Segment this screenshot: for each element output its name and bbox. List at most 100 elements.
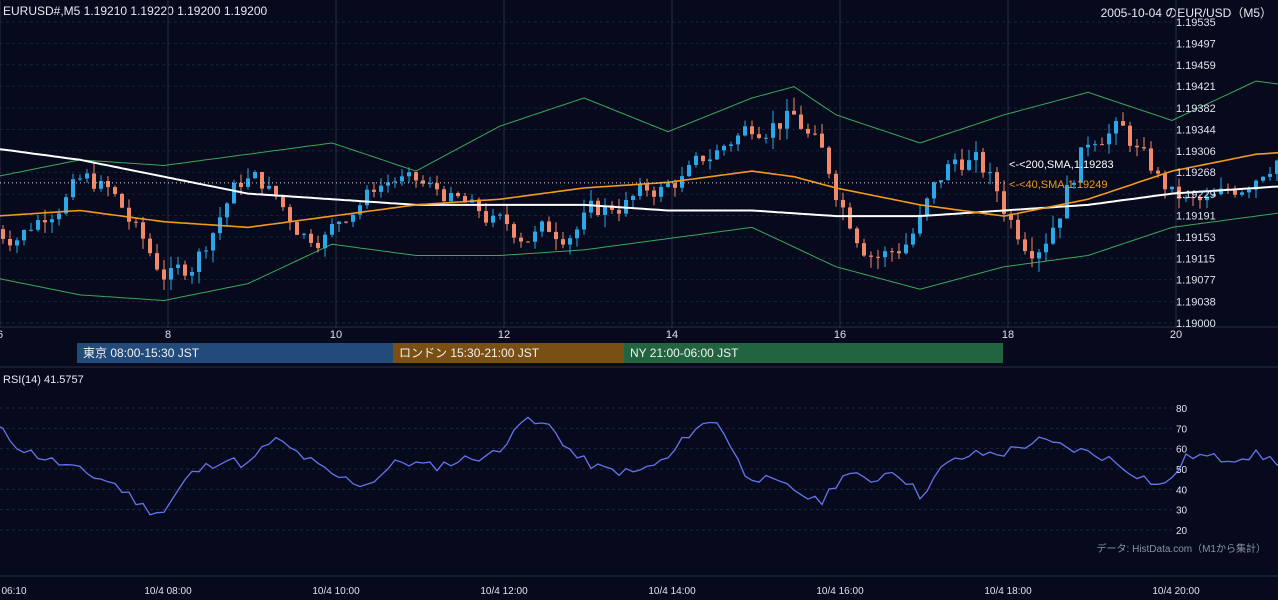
candle-body [799,114,803,129]
candle-body [1058,218,1062,228]
candle-body [57,213,61,220]
candle-body [533,231,537,242]
candle-body [337,221,341,225]
candle-body [288,207,292,223]
candle-body [729,144,733,146]
candle-body [694,155,698,166]
candle-body [617,209,621,214]
candle-body [302,233,306,235]
candle-body [183,264,187,276]
candle-body [15,240,19,246]
rsi-chart[interactable]: 80 70 60 50 40 30 20 06:10 10/4 08:00 10/4 10:00… [0,366,1278,600]
candle-body [890,251,894,253]
rsi-y-axis: 80 70 60 50 40 30 20 [1176,404,1188,537]
price-tick-label: 1.19229 [1176,189,1216,201]
candle-body [225,203,229,218]
candle-body [1247,189,1251,193]
candle-body [1086,144,1090,148]
candle-body [407,172,411,177]
candle-body [526,241,530,243]
candle-body [680,176,684,188]
candle-body [813,133,817,135]
rsi-tick-label: 30 [1176,506,1188,517]
candle-body [1023,239,1027,252]
candle-body [1268,173,1272,177]
price-chart[interactable]: 1.19535 1.19497 1.19459 1.19421 1.19382 1.193… [0,0,1278,342]
candle-body [771,123,775,138]
candle-body [211,233,215,251]
price-tick-label: 1.19497 [1176,38,1216,50]
rsi-tick-label: 60 [1176,445,1188,456]
candle-body [232,182,236,204]
price-tick-label: 1.19382 [1176,103,1216,115]
candle-body [589,200,593,213]
candle-body [666,183,670,187]
rsi-tick-label: 70 [1176,424,1188,435]
price-tick-label: 1.19038 [1176,297,1216,309]
rsi-tick-label: 50 [1176,465,1188,476]
candle-body [855,228,859,244]
candle-body [568,238,572,245]
candle-body [911,233,915,245]
candle-body [785,110,789,129]
candle-body [50,219,54,223]
candle-body [22,230,26,241]
time-tick-label: 10/4 10:00 [312,586,360,597]
candle-body [176,264,180,269]
candle-body [99,181,103,189]
candle-body [155,253,159,270]
candle-body [806,128,810,134]
candle-body [148,238,152,254]
candle-body [1128,125,1132,146]
candle-body [582,212,586,230]
price-x-axis: 6810121416182022024 [0,329,1182,341]
moving-averages [0,148,1278,229]
candle-body [701,155,705,162]
candle-body [540,221,544,232]
candle-body [1037,252,1041,259]
candle-body [449,192,453,202]
candle-body [1170,186,1174,190]
data-source-note: データ: HistData.com（M1から集計） [1096,544,1266,555]
candle-body [442,189,446,202]
candle-body [673,183,677,188]
candle-body [260,172,264,189]
candle-body [897,251,901,254]
candle-body [750,126,754,135]
candle-body [512,224,516,238]
time-tick-label: 10/4 14:00 [648,586,696,597]
candle-body [876,256,880,258]
candle-body [456,192,460,197]
rsi-tick-label: 80 [1176,404,1188,415]
rsi-tick-label: 20 [1176,526,1188,537]
candle-body [239,182,243,187]
candle-body [519,237,523,242]
candle-body [281,196,285,208]
hour-tick-label: 12 [498,329,510,341]
candle-body [988,172,992,174]
bollinger-upper-line [0,80,1278,177]
candle-body [393,181,397,183]
candle-body [1030,251,1034,259]
candle-body [883,251,887,258]
candle-body [197,251,201,273]
candle-body [904,244,908,254]
candle-body [414,172,418,181]
candle-body [169,268,173,280]
candle-body [1156,170,1160,174]
session-london: ロンドン 15:30-21:00 JST [393,343,624,363]
candle-body [162,269,166,280]
candle-body [778,123,782,129]
candle-body [498,214,502,216]
candle-body [1163,173,1167,190]
hour-tick-label: 18 [1002,329,1014,341]
candle-body [687,165,691,177]
candle-body [645,184,649,191]
candle-body [36,220,40,230]
sma200-label: <-<200,SMA,1.19283 [1009,159,1114,171]
candle-body [204,250,208,252]
candle-body [351,214,355,222]
candle-body [484,211,488,223]
candle-body [253,172,257,179]
candle-body [1149,148,1153,171]
